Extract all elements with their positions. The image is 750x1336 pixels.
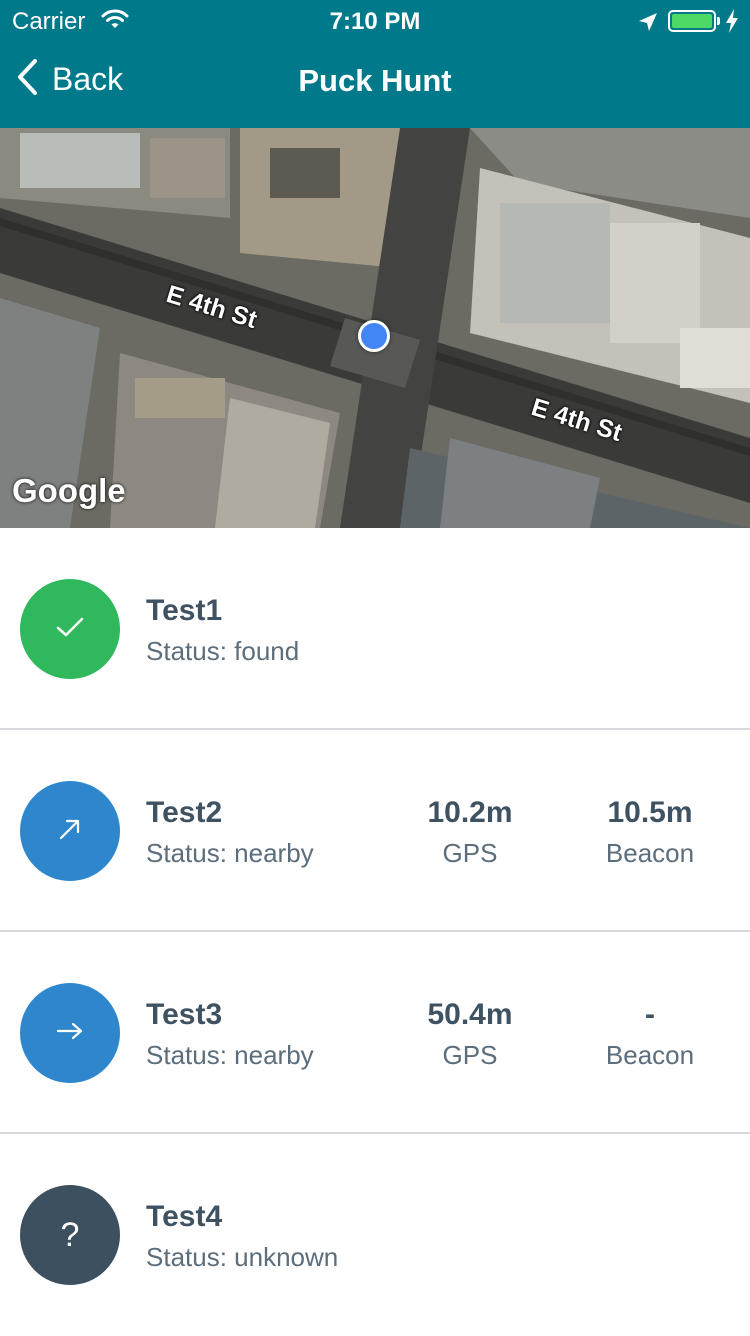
status-avatar: ?: [20, 1185, 120, 1285]
item-status: Status: unknown: [146, 1242, 339, 1272]
list-item[interactable]: ? Test4 Status: unknown: [0, 1134, 750, 1336]
charging-bolt-icon: [725, 9, 739, 40]
beacon-distance: -: [645, 998, 655, 1031]
question-icon: ?: [60, 1215, 80, 1254]
beacon-distance: 10.5m: [607, 796, 693, 829]
gps-distance: 50.4m: [427, 998, 513, 1031]
status-avatar: [20, 781, 120, 881]
gps-label: GPS: [442, 838, 498, 868]
status-avatar: [20, 983, 120, 1083]
status-avatar: [20, 579, 120, 679]
item-name: Test4: [146, 1200, 223, 1233]
beacon-label: Beacon: [605, 1040, 695, 1070]
beacon-metric: - Beacon: [560, 998, 740, 1071]
battery-tip-icon: [717, 17, 720, 25]
puck-list: Test1 Status: found Test2 Status: nearby…: [0, 528, 750, 1336]
gps-metric: 10.2m GPS: [380, 796, 560, 869]
arrow-up-right-icon: [57, 816, 83, 847]
battery-icon: [668, 10, 716, 32]
list-item[interactable]: Test1 Status: found: [0, 528, 750, 730]
page-title: Puck Hunt: [298, 63, 452, 98]
current-location-dot: [358, 320, 390, 352]
gps-label: GPS: [442, 1040, 498, 1070]
list-item[interactable]: Test2 Status: nearby 10.2m GPS 10.5m Bea…: [0, 730, 750, 932]
navigation-bar: Back Puck Hunt: [0, 44, 750, 128]
item-status: Status: nearby: [146, 1040, 314, 1070]
arrow-right-icon: [55, 1019, 85, 1048]
item-status: Status: nearby: [146, 838, 314, 868]
gps-metric: 50.4m GPS: [380, 998, 560, 1071]
gps-distance: 10.2m: [427, 796, 513, 829]
beacon-metric: 10.5m Beacon: [560, 796, 740, 869]
satellite-map[interactable]: E 4th St E 4th St Google: [0, 128, 750, 528]
google-attribution: Google: [12, 472, 126, 509]
beacon-label: Beacon: [605, 838, 695, 868]
list-item[interactable]: Test3 Status: nearby 50.4m GPS - Beacon: [0, 932, 750, 1134]
location-arrow-icon: [638, 11, 658, 39]
check-icon: [55, 615, 85, 644]
item-status: Status: found: [146, 636, 300, 666]
header: Carrier 7:10 PM Back Puck Hunt: [0, 0, 750, 128]
item-name: Test1: [146, 594, 223, 627]
item-name: Test3: [146, 998, 223, 1031]
status-bar: Carrier 7:10 PM: [0, 0, 750, 44]
item-name: Test2: [146, 796, 223, 829]
